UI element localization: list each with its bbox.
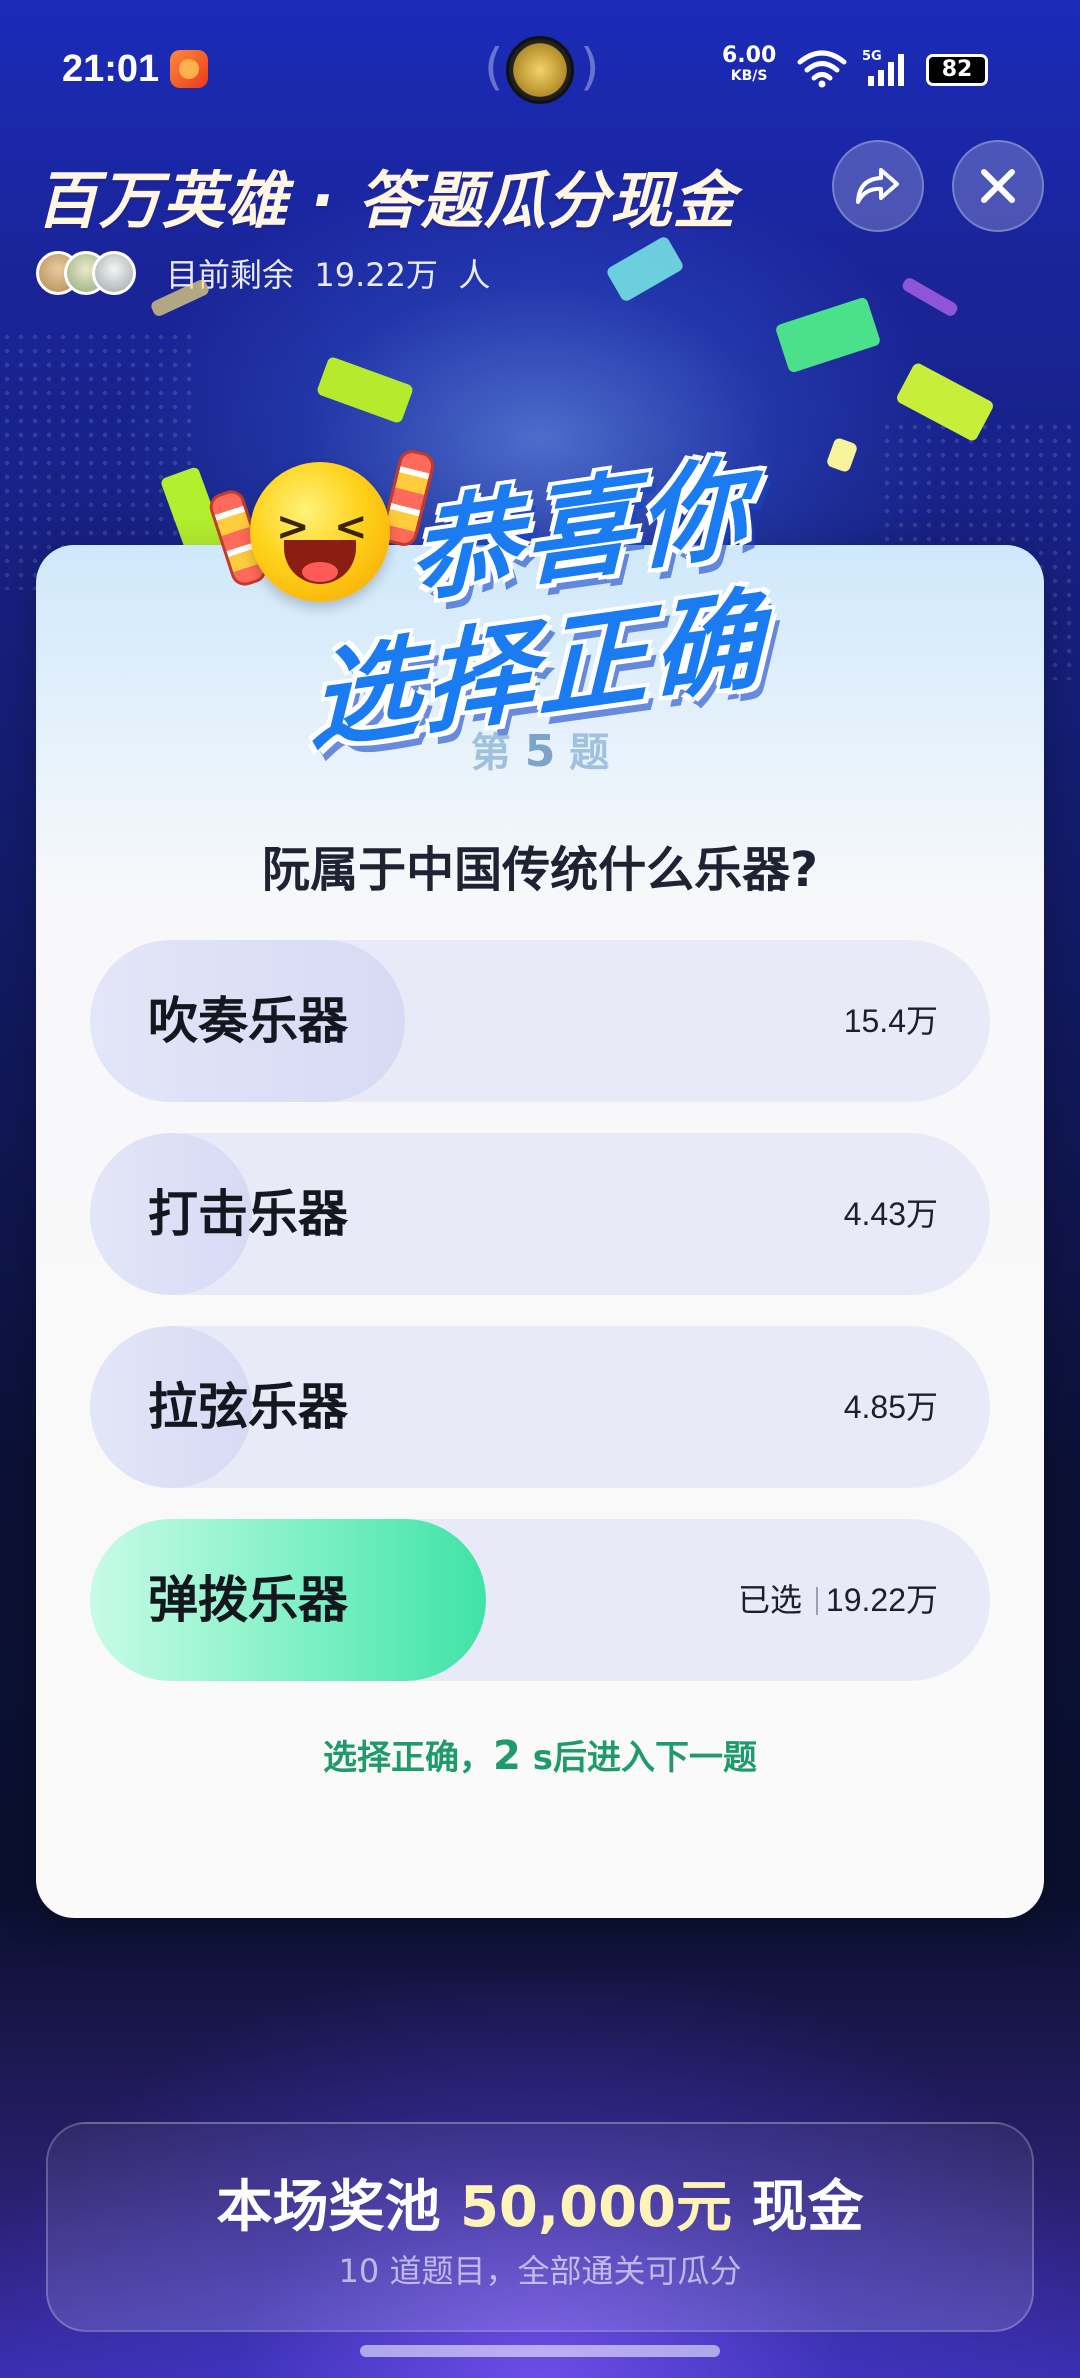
confetti bbox=[315, 355, 415, 425]
camera-cutout bbox=[506, 36, 574, 104]
option-label: 吹奏乐器 bbox=[148, 992, 348, 1050]
remaining-count: 19.22万 bbox=[314, 256, 438, 294]
prize-label: 本场奖池 bbox=[216, 2175, 441, 2240]
countdown-seconds: 2 bbox=[493, 1733, 521, 1779]
prize-amount: 50,000元 bbox=[459, 2175, 733, 2240]
confetti bbox=[825, 436, 859, 474]
net-speed-value: 6.00 bbox=[722, 43, 777, 68]
answer-option-2[interactable]: 打击乐器 4.43万 bbox=[90, 1133, 990, 1295]
divider bbox=[816, 1587, 818, 1615]
net-speed-unit: KB/S bbox=[730, 68, 768, 84]
vote-count: 4.43万 bbox=[843, 1196, 938, 1232]
app-notification-icon bbox=[170, 50, 208, 88]
confetti bbox=[900, 275, 960, 319]
cellular-signal-icon: 5G bbox=[862, 49, 904, 86]
avatar-stack bbox=[36, 251, 136, 295]
answer-option-1[interactable]: 吹奏乐器 15.4万 bbox=[90, 940, 990, 1102]
wifi-icon bbox=[797, 50, 847, 88]
close-button[interactable] bbox=[952, 140, 1044, 232]
celebration-banner: 恭喜你 选择正确 bbox=[230, 440, 820, 766]
camera-bracket-left: ( bbox=[484, 38, 504, 96]
selected-badge: 已选 bbox=[737, 1581, 802, 1619]
hint-suffix: s后进入下一题 bbox=[520, 1738, 757, 1778]
remaining-unit: 人 bbox=[458, 256, 491, 294]
share-button[interactable] bbox=[832, 140, 924, 232]
share-icon bbox=[856, 168, 899, 204]
status-bar: 21:01 ( ) 6.00 KB/S 5G 82 bbox=[0, 0, 1080, 140]
question-number-suffix: 题 bbox=[569, 730, 610, 776]
next-question-hint: 选择正确，2 s后进入下一题 bbox=[0, 1730, 1080, 1779]
avatar bbox=[92, 251, 136, 295]
option-label: 弹拨乐器 bbox=[148, 1571, 348, 1629]
answer-option-4[interactable]: 弹拨乐器 已选 19.22万 bbox=[90, 1519, 990, 1681]
vote-count: 4.85万 bbox=[843, 1389, 938, 1425]
option-label: 打击乐器 bbox=[148, 1185, 348, 1243]
prize-pool-title: 本场奖池 50,000元 现金 bbox=[48, 2162, 1032, 2243]
answer-option-3[interactable]: 拉弦乐器 4.85万 bbox=[90, 1326, 990, 1488]
question-number: 第 5 题 bbox=[0, 720, 1080, 778]
signal-label: 5G bbox=[862, 49, 882, 64]
remaining-players: 目前剩余 19.22万 人 bbox=[36, 248, 490, 298]
confetti bbox=[774, 296, 882, 374]
prize-subtitle: 10 道题目，全部通关可瓜分 bbox=[338, 2252, 742, 2290]
vote-count: 19.22万 bbox=[825, 1582, 938, 1618]
option-label: 拉弦乐器 bbox=[148, 1378, 348, 1436]
net-speed: 6.00 KB/S bbox=[722, 43, 777, 86]
page-title: 百万英雄 · 答题瓜分现金 bbox=[36, 164, 736, 237]
home-indicator[interactable] bbox=[360, 2345, 720, 2357]
remaining-text: 目前剩余 19.22万 人 bbox=[166, 250, 490, 296]
vote-count: 15.4万 bbox=[843, 1003, 938, 1039]
hint-prefix: 选择正确， bbox=[323, 1738, 494, 1778]
close-icon bbox=[981, 169, 1015, 203]
question-number-value: 5 bbox=[524, 726, 556, 777]
question-number-prefix: 第 bbox=[470, 730, 511, 776]
status-time: 21:01 bbox=[62, 48, 160, 90]
prize-suffix: 现金 bbox=[751, 2175, 864, 2240]
question-text: 阮属于中国传统什么乐器? bbox=[262, 842, 818, 898]
confetti bbox=[605, 235, 685, 303]
camera-bracket-right: ) bbox=[580, 38, 600, 96]
battery-indicator: 82 bbox=[926, 54, 988, 86]
prize-pool-card: 本场奖池 50,000元 现金 10 道题目，全部通关可瓜分 bbox=[46, 2122, 1034, 2332]
